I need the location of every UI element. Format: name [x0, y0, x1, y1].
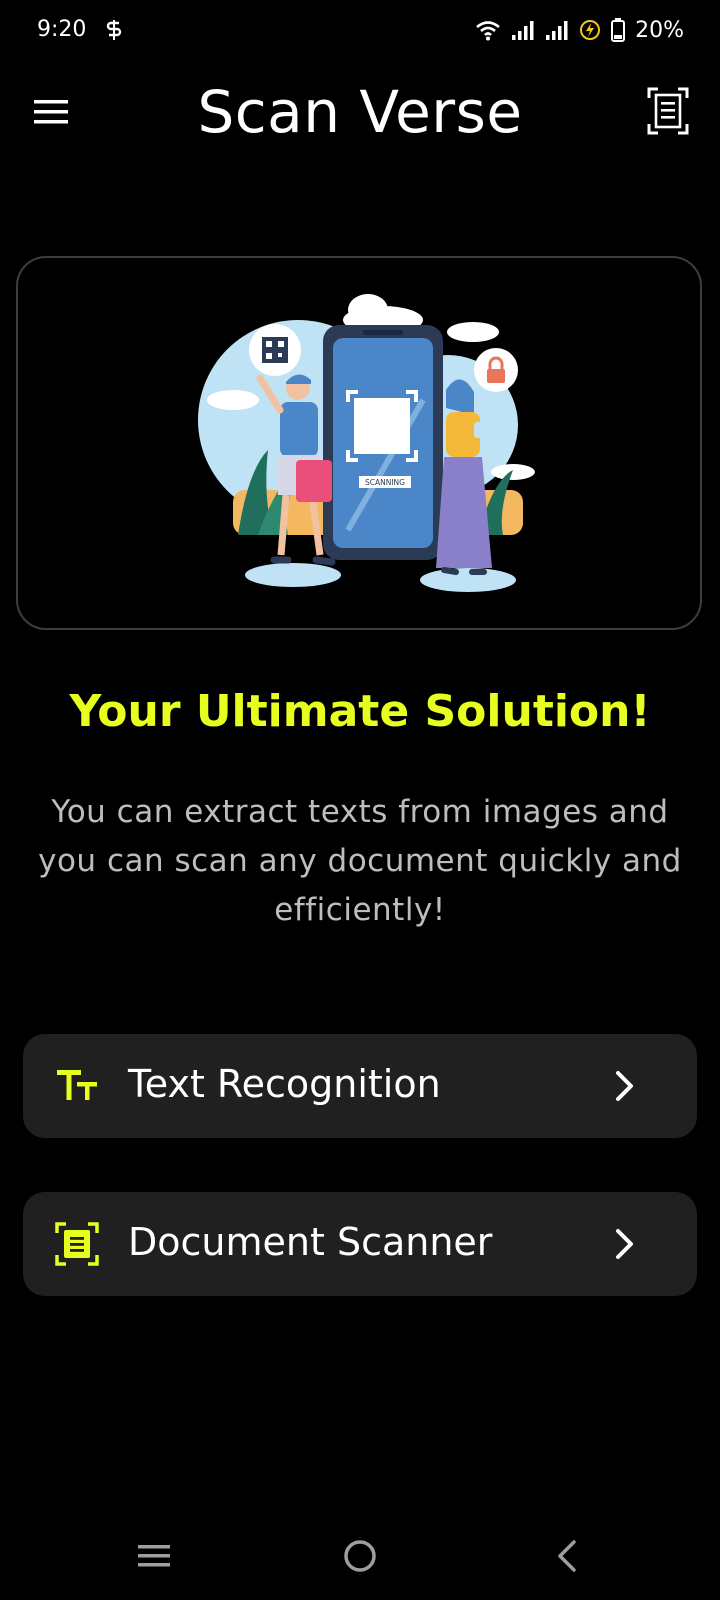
s-sync-icon [106, 20, 122, 40]
charging-icon [580, 20, 601, 40]
system-nav-bar [0, 1500, 720, 1600]
signal-icon [546, 21, 568, 40]
wifi-icon [476, 21, 500, 41]
app-bar: Scan Verse [0, 60, 720, 164]
status-bar: 9:20 20% [0, 0, 720, 60]
recents-icon[interactable] [134, 1536, 174, 1576]
document-scan-icon [55, 1222, 99, 1266]
headline: Your Ultimate Solution! [69, 686, 651, 737]
text-size-icon [57, 1070, 97, 1100]
chevron-right-icon [616, 1229, 633, 1259]
back-icon[interactable] [548, 1536, 588, 1576]
hero-card: SCANNING [16, 256, 702, 630]
document-scan-icon[interactable] [646, 86, 690, 136]
status-time: 9:20 [37, 17, 87, 42]
scanning-phone-illustration: SCANNING [198, 294, 535, 592]
signal-icon [512, 21, 534, 40]
scanning-label: SCANNING [365, 478, 405, 487]
status-icons: 20% [475, 16, 684, 44]
description: You can extract texts from images and yo… [38, 794, 682, 928]
battery-percent: 20% [635, 17, 684, 43]
text-recognition-button[interactable]: Text Recognition [23, 1034, 697, 1138]
app-title: Scan Verse [197, 78, 523, 146]
battery-icon [611, 18, 626, 42]
document-scanner-button[interactable]: Document Scanner [23, 1192, 697, 1296]
chevron-right-icon [616, 1071, 633, 1101]
text-recognition-label: Text Recognition [128, 1062, 441, 1106]
home-icon[interactable] [340, 1536, 380, 1576]
document-scanner-label: Document Scanner [128, 1220, 493, 1264]
